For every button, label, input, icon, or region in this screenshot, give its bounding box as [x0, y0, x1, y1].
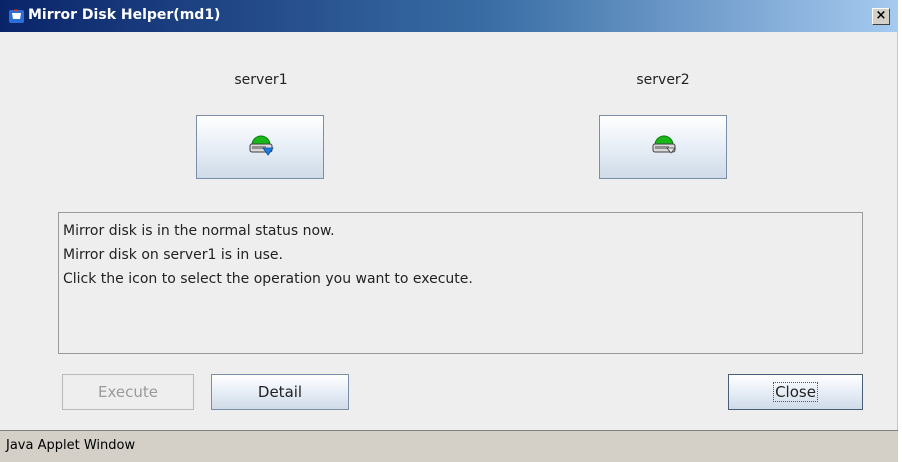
mirror-disk-active-icon [249, 135, 274, 156]
server2-label: server2 [636, 72, 690, 88]
close-button-label: Close [773, 382, 818, 402]
window-close-button[interactable]: × [872, 8, 890, 25]
mirror-disk-helper-window: Mirror Disk Helper(md1) × server1 server… [0, 0, 898, 462]
close-button[interactable]: Close [728, 374, 863, 410]
java-applet-warning-bar: Java Applet Window [0, 430, 898, 462]
window-title: Mirror Disk Helper(md1) [28, 7, 221, 23]
execute-button[interactable]: Execute [62, 374, 194, 410]
mirror-disk-icon [652, 135, 676, 154]
server1-label: server1 [234, 72, 288, 88]
title-bar[interactable]: Mirror Disk Helper(md1) × [0, 0, 898, 32]
java-cup-icon [8, 8, 25, 25]
status-message-area: Mirror disk is in the normal status now.… [58, 212, 863, 354]
status-line-instruction: Click the icon to select the operation y… [63, 271, 473, 287]
server1-mirror-disk-button[interactable] [196, 115, 324, 179]
status-line-in-use: Mirror disk on server1 is in use. [63, 247, 283, 263]
server2-mirror-disk-button[interactable] [599, 115, 727, 179]
status-line-normal: Mirror disk is in the normal status now. [63, 223, 335, 239]
detail-button[interactable]: Detail [211, 374, 349, 410]
